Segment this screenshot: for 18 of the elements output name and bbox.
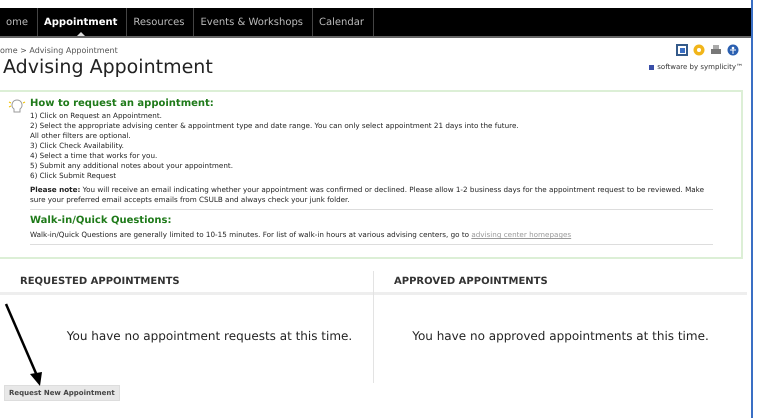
page-title: Advising Appointment [3, 56, 213, 78]
empty-message: You have no appointment requests at this time. [66, 328, 354, 345]
nav-tab[interactable]: Events & Workshops [191, 8, 314, 36]
section-heading: Walk-in/Quick Questions: [30, 215, 172, 226]
nav-tab[interactable]: Appointment [35, 8, 128, 36]
print-icon[interactable] [710, 44, 722, 56]
empty-message: You have no approved appointments at this time. [411, 328, 710, 345]
window-icon[interactable] [676, 44, 688, 56]
accessibility-icon[interactable] [727, 44, 739, 56]
nav-tab[interactable]: Resources [124, 8, 194, 36]
nav-tab[interactable]: Calendar [310, 8, 374, 36]
section-header: REQUESTED APPOINTMENTS [0, 271, 373, 295]
nav-tab[interactable]: ome [0, 8, 38, 36]
section-header: APPROVED APPOINTMENTS [374, 271, 747, 295]
lightbulb-icon [8, 98, 26, 114]
section-heading: How to request an appointment: [30, 98, 215, 109]
breadcrumb: ome > Advising Appointment [0, 46, 118, 54]
square-icon [649, 64, 654, 70]
